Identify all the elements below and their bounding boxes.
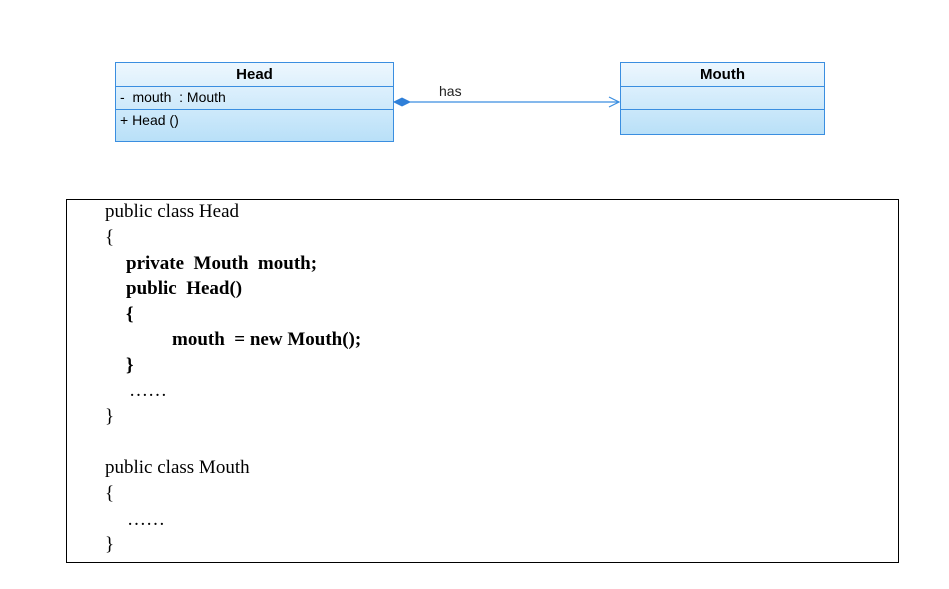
code-line: public class Mouth (105, 457, 250, 478)
code-line: mouth = new Mouth(); (172, 329, 362, 350)
code-line: public class Head (105, 201, 240, 222)
code-line: …… (129, 380, 167, 401)
code-line: } (105, 534, 115, 555)
association-label: has (439, 83, 462, 99)
code-line: public Head() (126, 278, 243, 299)
code-line: } (126, 355, 134, 376)
code-line: } (105, 406, 115, 427)
code-line: { (105, 227, 115, 248)
composition-diamond-icon (392, 97, 412, 107)
code-line: …… (127, 509, 165, 530)
code-line: private Mouth mouth; (126, 253, 318, 274)
code-line: { (105, 483, 115, 504)
composition-association (392, 96, 621, 108)
code-listing: public class Head { private Mouth mouth;… (66, 199, 899, 563)
code-line: { (126, 304, 134, 325)
